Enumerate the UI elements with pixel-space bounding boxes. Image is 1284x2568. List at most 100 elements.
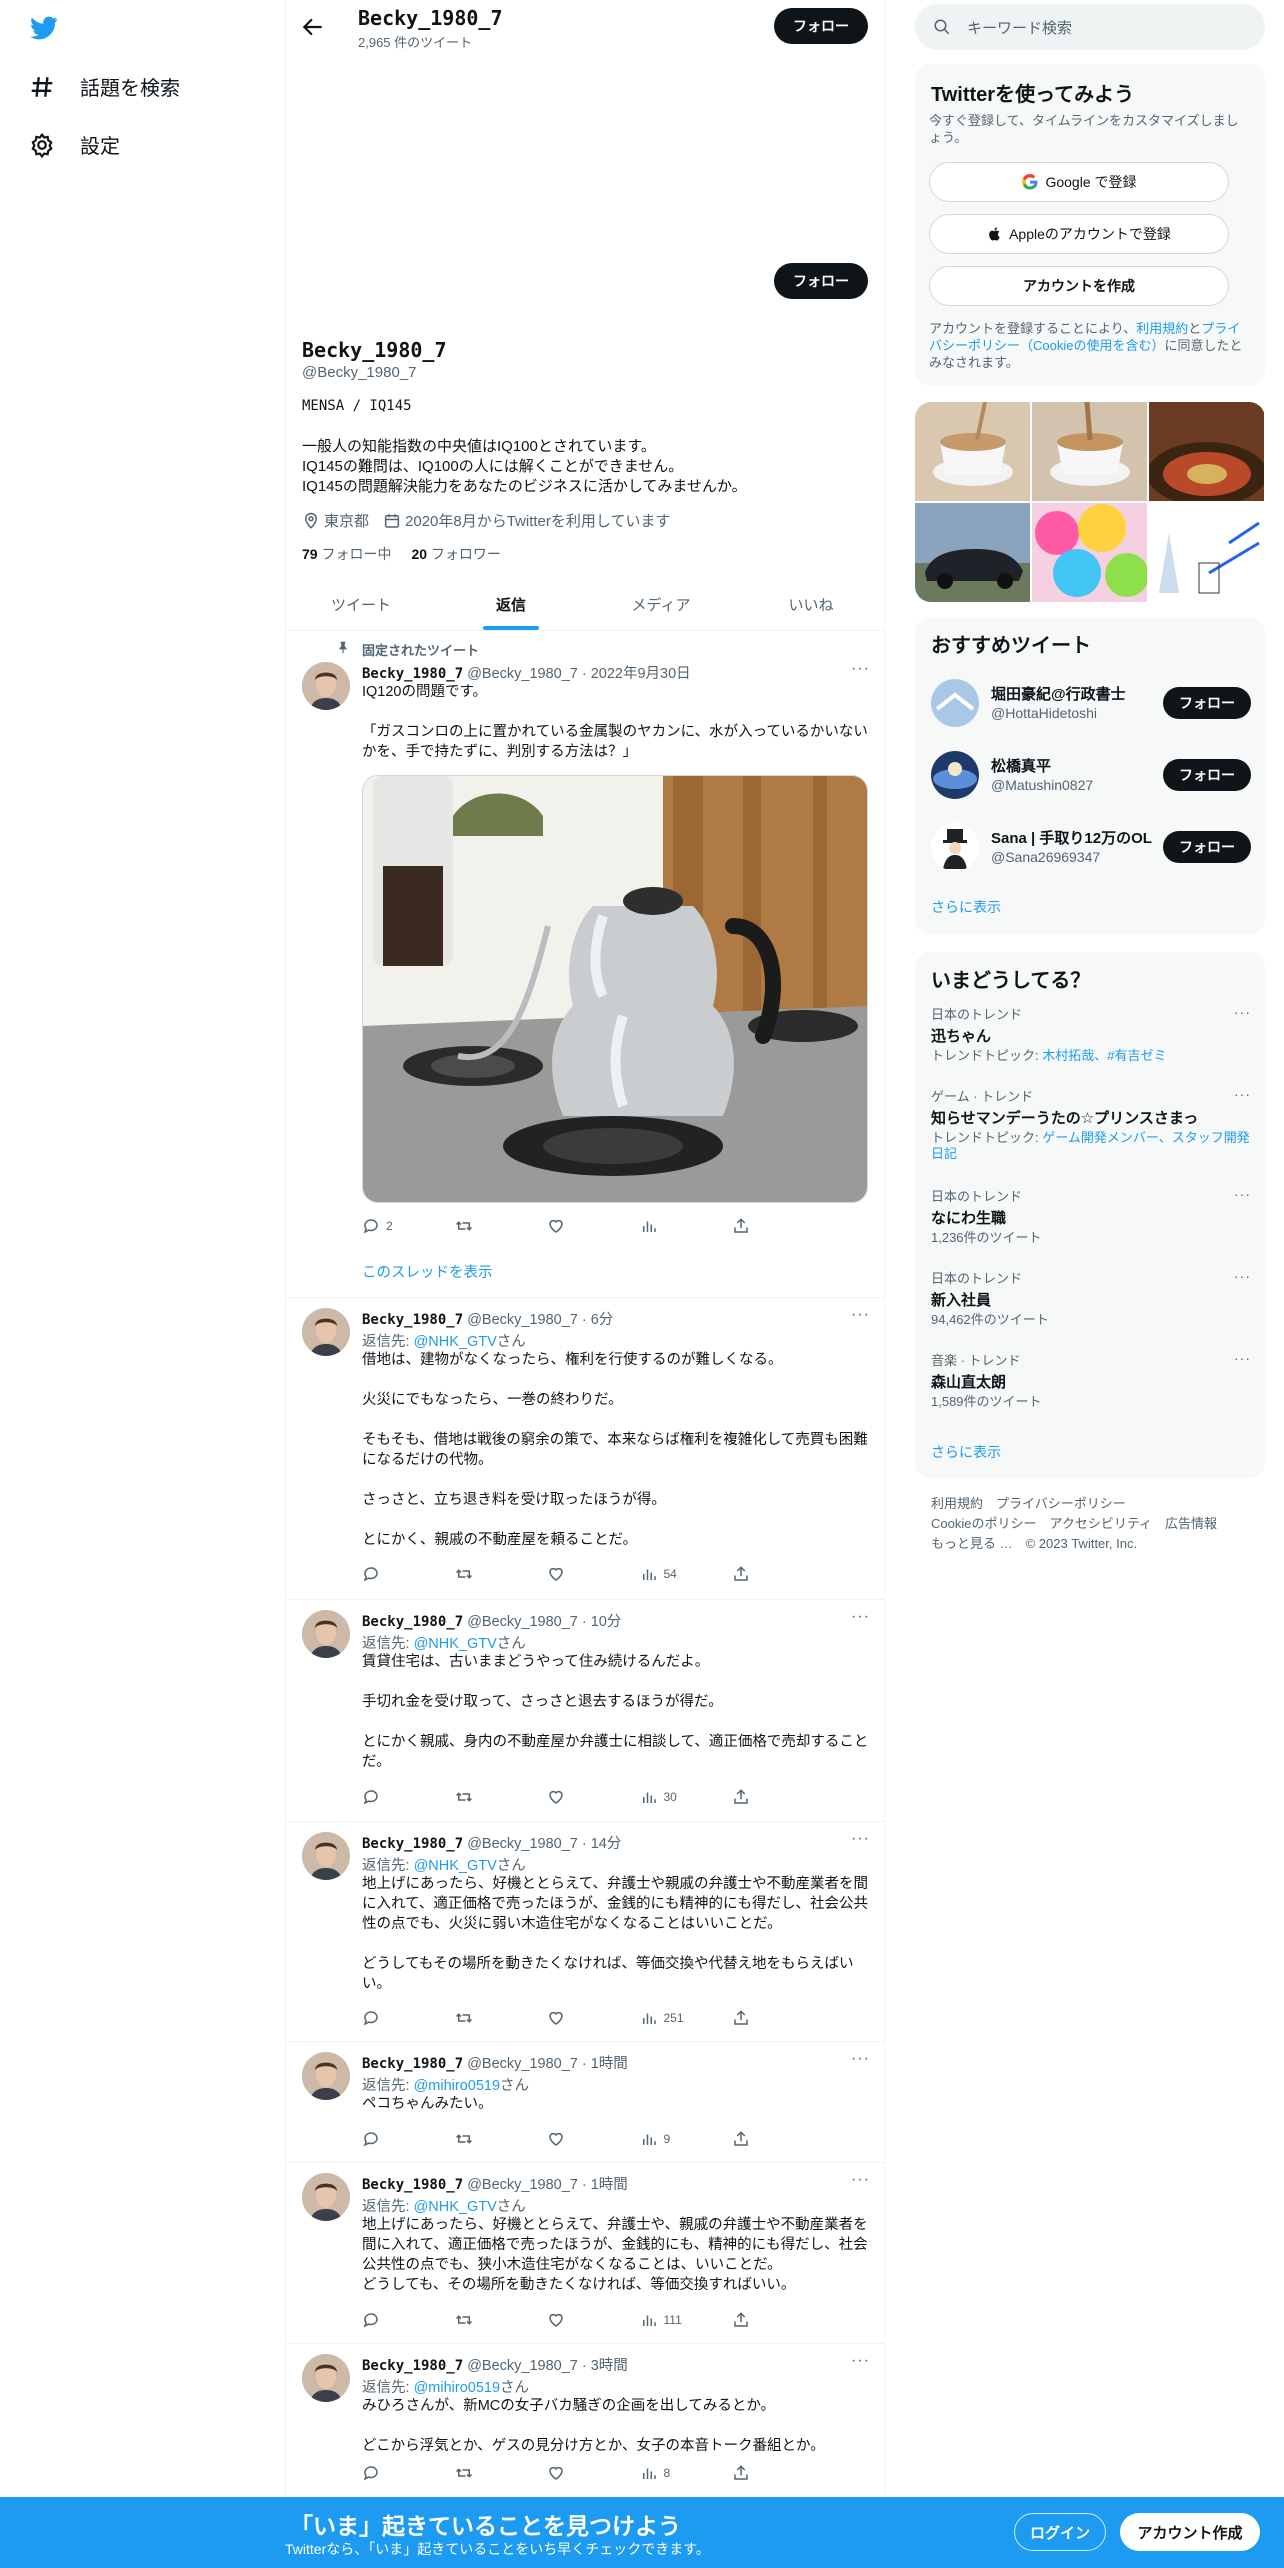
reply-tweet[interactable]: Becky_1980_7 @Becky_1980_7 · 1時間 ··· 返信先: …	[286, 2163, 884, 2344]
like-button[interactable]	[547, 1788, 597, 1806]
like-button[interactable]	[547, 2130, 597, 2148]
media-thumb-coffee-2[interactable]	[1032, 402, 1147, 501]
more-icon[interactable]: ···	[851, 1830, 870, 1848]
trends-more-link[interactable]: さらに表示	[931, 1442, 1001, 1462]
follow-button[interactable]: フォロー	[1163, 687, 1251, 719]
more-icon[interactable]: ···	[1234, 1004, 1251, 1020]
trend-item[interactable]: ゲーム · トレンド 知らせマンデーうたの☆プリンスさまっ トレンドトピック: ゲー…	[931, 1086, 1251, 1162]
retweet-button[interactable]	[455, 2464, 505, 2482]
like-button[interactable]	[547, 1565, 597, 1583]
media-thumb-coffee-1[interactable]	[915, 402, 1030, 501]
nav-settings[interactable]: 設定	[28, 130, 120, 159]
tab-media[interactable]: メディア	[586, 578, 736, 630]
share-button[interactable]	[732, 2009, 782, 2027]
share-button[interactable]	[732, 1788, 782, 1806]
views-button[interactable]	[640, 1217, 690, 1235]
media-thumb-diagram[interactable]	[1149, 503, 1264, 602]
share-button[interactable]	[732, 1217, 782, 1235]
google-signup-button[interactable]: Google で登録	[929, 162, 1229, 202]
reply-button[interactable]	[362, 2009, 412, 2027]
reply-to-link[interactable]: @NHK_GTV	[414, 1858, 497, 1874]
more-icon[interactable]: ···	[851, 2050, 870, 2068]
share-button[interactable]	[732, 2464, 782, 2482]
avatar[interactable]	[302, 1832, 350, 1880]
pinned-tweet[interactable]: 固定されたツイート Becky_1980_7 @Becky_1980_7 · 2…	[286, 632, 884, 1298]
twitter-logo-icon[interactable]	[28, 14, 60, 42]
views-button[interactable]: 30	[640, 1788, 690, 1806]
views-button[interactable]: 9	[640, 2130, 690, 2148]
following-link[interactable]: 79 フォロー中	[302, 544, 391, 564]
reply-to-link[interactable]: @mihiro0519	[414, 2380, 500, 2396]
like-button[interactable]	[547, 2464, 597, 2482]
search-box[interactable]: キーワード検索	[915, 4, 1265, 50]
reply-button[interactable]: 2	[362, 1217, 412, 1235]
reply-button[interactable]	[362, 2311, 412, 2329]
retweet-button[interactable]	[455, 2311, 505, 2329]
reply-button[interactable]	[362, 1565, 412, 1583]
tweet-image-kettle[interactable]	[362, 775, 868, 1203]
more-icon[interactable]: ···	[851, 2352, 870, 2370]
media-thumb-colorful[interactable]	[1032, 503, 1147, 602]
nav-explore[interactable]: 話題を検索	[28, 72, 180, 101]
follow-button[interactable]: フォロー	[1163, 759, 1251, 791]
reply-to-link[interactable]: @NHK_GTV	[414, 1636, 497, 1652]
trend-item[interactable]: 音楽 · トレンド 森山直太朗 1,589件のツイート ···	[931, 1350, 1251, 1410]
like-button[interactable]	[547, 2009, 597, 2027]
avatar[interactable]	[302, 1610, 350, 1658]
recommended-more-link[interactable]: さらに表示	[931, 897, 1001, 917]
recommended-account[interactable]: Sana | 手取り12万のOL @Sana26969347 フォロー	[931, 819, 1251, 875]
more-icon[interactable]: ···	[851, 2171, 870, 2189]
tab-tweets[interactable]: ツイート	[286, 578, 436, 630]
media-thumb-roulette[interactable]	[1149, 402, 1264, 501]
header-follow-button[interactable]: フォロー	[774, 8, 868, 44]
reply-tweet[interactable]: Becky_1980_7 @Becky_1980_7 · 1時間 ··· 返信先: …	[286, 2042, 884, 2163]
reply-tweet[interactable]: Becky_1980_7 @Becky_1980_7 · 3時間 ··· 返信先: …	[286, 2344, 884, 2504]
retweet-button[interactable]	[455, 2009, 505, 2027]
like-button[interactable]	[547, 2311, 597, 2329]
retweet-button[interactable]	[455, 1565, 505, 1583]
reply-button[interactable]	[362, 2130, 412, 2148]
views-button[interactable]: 54	[640, 1565, 690, 1583]
apple-signup-button[interactable]: Appleのアカウントで登録	[929, 214, 1229, 254]
signup-button[interactable]: アカウント作成	[1120, 2513, 1260, 2551]
footer-links[interactable]: 利用規約 プライバシーポリシー Cookieのポリシー アクセシビリティ 広告情…	[931, 1494, 1217, 1554]
retweet-button[interactable]	[455, 1788, 505, 1806]
more-icon[interactable]: ···	[1234, 1268, 1251, 1284]
terms-link[interactable]: 利用規約	[1136, 321, 1188, 336]
create-account-button[interactable]: アカウントを作成	[929, 266, 1229, 306]
retweet-button[interactable]	[455, 2130, 505, 2148]
tab-replies[interactable]: 返信	[436, 578, 586, 630]
like-button[interactable]	[547, 1217, 597, 1235]
avatar[interactable]	[302, 2354, 350, 2402]
media-thumb-car[interactable]	[915, 503, 1030, 602]
more-icon[interactable]: ···	[1234, 1186, 1251, 1202]
follow-button[interactable]: フォロー	[1163, 831, 1251, 863]
reply-to-link[interactable]: @NHK_GTV	[414, 2199, 497, 2215]
share-button[interactable]	[732, 1565, 782, 1583]
recommended-account[interactable]: 松橋真平 @Matushin0827 フォロー	[931, 747, 1251, 803]
avatar[interactable]	[302, 2173, 350, 2221]
avatar[interactable]	[302, 2052, 350, 2100]
views-button[interactable]: 251	[640, 2009, 690, 2027]
trend-item[interactable]: 日本のトレンド 迅ちゃん トレンドトピック: 木村拓哉、#有吉ゼミ ···	[931, 1004, 1251, 1064]
reply-tweet[interactable]: Becky_1980_7 @Becky_1980_7 · 10分 ··· 返信先: …	[286, 1600, 884, 1822]
trend-item[interactable]: 日本のトレンド 新入社員 94,462件のツイート ···	[931, 1268, 1251, 1328]
retweet-button[interactable]	[455, 1217, 505, 1235]
more-icon[interactable]: ···	[851, 1306, 870, 1324]
recommended-account[interactable]: 堀田豪紀@行政書士 @HottaHidetoshi フォロー	[931, 675, 1251, 731]
followers-link[interactable]: 20 フォロワー	[411, 544, 500, 564]
more-icon[interactable]: ···	[851, 660, 870, 678]
more-icon[interactable]: ···	[851, 1608, 870, 1626]
show-thread-link[interactable]: このスレッドを表示	[362, 1261, 493, 1282]
views-button[interactable]: 111	[640, 2311, 690, 2329]
avatar[interactable]	[302, 1308, 350, 1356]
reply-button[interactable]	[362, 1788, 412, 1806]
reply-button[interactable]	[362, 2464, 412, 2482]
more-icon[interactable]: ···	[1234, 1350, 1251, 1366]
more-icon[interactable]: ···	[1234, 1086, 1251, 1102]
share-button[interactable]	[732, 2130, 782, 2148]
reply-tweet[interactable]: Becky_1980_7 @Becky_1980_7 · 6分 ··· 返信先: @…	[286, 1298, 884, 1600]
views-button[interactable]: 8	[640, 2464, 690, 2482]
share-button[interactable]	[732, 2311, 782, 2329]
reply-to-link[interactable]: @NHK_GTV	[414, 1334, 497, 1350]
